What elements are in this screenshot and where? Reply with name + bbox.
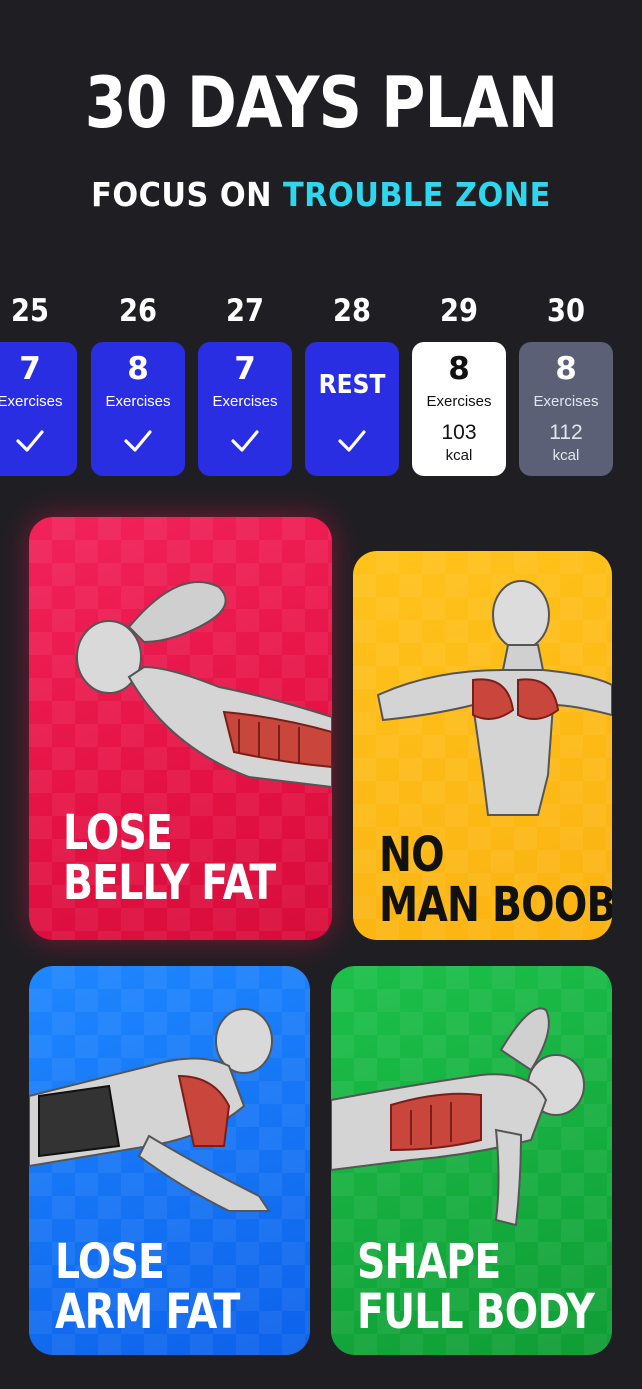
rest-label: REST [318,370,386,400]
tile-label: LOSE BELLY FAT [63,805,276,911]
subtitle-prefix: FOCUS ON [91,175,284,214]
tile-label-line1: NO [379,827,445,883]
tile-label-line1: LOSE [63,805,173,861]
day-card[interactable]: 7 Exercises [0,342,77,476]
exercise-unit: Exercises [105,393,171,410]
day-item-30[interactable]: 30 8 Exercises 112 kcal [519,290,613,480]
day-number: 26 [119,293,157,329]
day-number: 27 [226,293,264,329]
chest-figure-icon [376,580,612,816]
day-strip: 25 7 Exercises 26 8 Exercises 27 7 Exerc… [0,290,642,490]
subtitle-accent: TROUBLE ZONE [283,175,551,214]
day-card[interactable]: REST [305,342,399,476]
kcal-value: 103 [441,421,477,444]
exercise-count: 7 [234,351,256,387]
plan-tile-lose-belly-fat[interactable]: LOSE BELLY FAT [29,517,332,940]
day-number: 29 [440,293,478,329]
day-item-29[interactable]: 29 8 Exercises 103 kcal [412,290,506,480]
exercise-count: 8 [448,351,470,387]
abs-crunch-figure-icon [76,581,332,789]
day-item-25[interactable]: 25 7 Exercises [0,290,77,480]
day-item-27[interactable]: 27 7 Exercises [198,290,292,480]
check-icon [231,430,259,452]
tile-label-line2: FULL BODY [357,1283,595,1340]
exercise-count: 7 [19,351,41,387]
tile-label-line2: ARM FAT [55,1283,240,1340]
kcal-value: 112 [549,421,583,444]
day-card[interactable]: 7 Exercises [198,342,292,476]
day-number: 25 [11,293,49,329]
tile-label: SHAPE FULL BODY [357,1234,595,1340]
tile-label: LOSE ARM FAT [55,1234,240,1340]
exercise-count: 8 [555,351,577,387]
side-plank-figure-icon [331,1007,585,1227]
day-card[interactable]: 8 Exercises [91,342,185,476]
check-icon [338,430,366,452]
tile-label-line2: MAN BOOBS [379,876,612,933]
exercise-unit: Exercises [212,393,278,410]
check-icon [124,430,152,452]
tile-label-line1: LOSE [55,1234,165,1290]
arm-plank-figure-icon [29,1008,273,1212]
day-card[interactable]: 8 Exercises 103 kcal [412,342,506,476]
day-item-26[interactable]: 26 8 Exercises [91,290,185,480]
tile-label: NO MAN BOOBS [379,827,612,933]
tile-label-line1: SHAPE [357,1234,501,1290]
exercise-count: 8 [127,351,149,387]
check-icon [16,430,44,452]
exercise-unit: Exercises [426,393,492,410]
plan-tile-no-man-boobs[interactable]: NO MAN BOOBS [353,551,612,940]
page-title: 30 DAYS PLAN [84,62,558,144]
exercise-unit: Exercises [533,393,599,410]
exercise-unit: Exercises [0,393,63,410]
day-number: 28 [333,293,371,329]
kcal-unit: kcal [445,447,473,464]
kcal-unit: kcal [552,447,580,464]
plan-tile-shape-full-body[interactable]: SHAPE FULL BODY [331,966,612,1355]
plan-tile-lose-arm-fat[interactable]: LOSE ARM FAT [29,966,310,1355]
page-subtitle: FOCUS ON TROUBLE ZONE [26,178,617,211]
day-card[interactable]: 8 Exercises 112 kcal [519,342,613,476]
tile-label-line2: BELLY FAT [63,854,276,911]
day-number: 30 [547,293,585,329]
day-item-28[interactable]: 28 REST [305,290,399,480]
